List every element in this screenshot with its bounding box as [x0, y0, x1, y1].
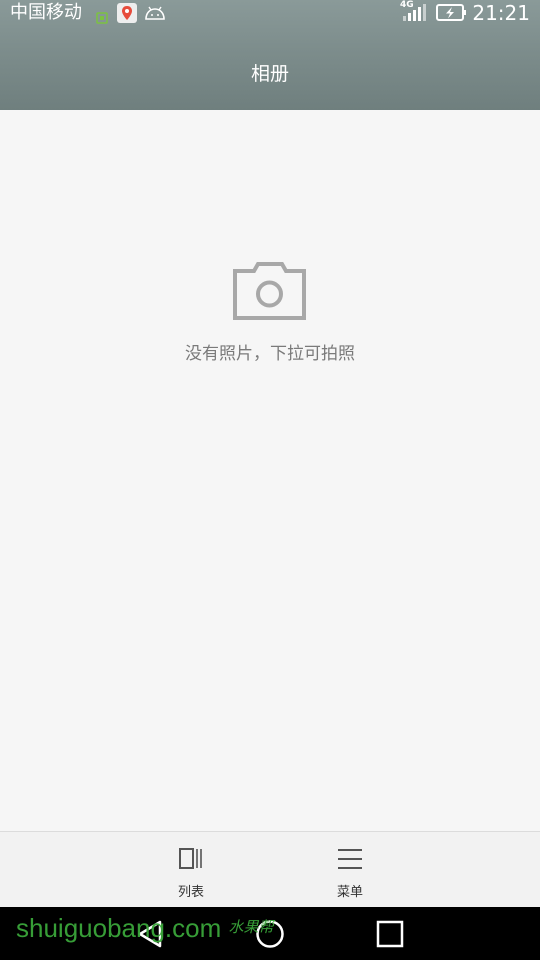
screen: 中国移动 4G 21:21 相册 没有照片，下拉可拍照 列表 菜单 shuigu…	[0, 0, 540, 960]
menu-button[interactable]: 菜单	[300, 832, 400, 908]
empty-message: 没有照片，下拉可拍照	[185, 344, 355, 364]
battery-charging-icon	[436, 3, 468, 27]
recents-icon[interactable]	[374, 918, 406, 950]
clock: 21:21	[472, 1, 530, 25]
carrier-name: 中国移动	[10, 2, 82, 23]
page-title: 相册	[250, 63, 289, 85]
list-view-label: 列表	[177, 885, 204, 900]
android-icon	[144, 5, 166, 25]
sim-icon	[96, 9, 108, 28]
watermark-text: shuiguobang.com	[16, 913, 222, 943]
menu-icon	[338, 849, 362, 869]
bottom-toolbar: 列表 菜单	[0, 831, 540, 908]
header: 中国移动 4G 21:21 相册	[0, 0, 540, 110]
camera-icon	[233, 262, 306, 320]
status-bar: 中国移动 4G 21:21	[0, 0, 540, 26]
menu-label: 菜单	[336, 885, 363, 900]
list-view-button[interactable]: 列表	[141, 832, 241, 908]
signal-icon	[400, 4, 428, 26]
watermark: shuiguobang.com 水果帮	[16, 913, 274, 943]
list-view-icon	[179, 848, 202, 869]
map-pin-icon	[116, 2, 138, 28]
watermark-chinese: 水果帮	[228, 919, 274, 936]
navigation-bar: shuiguobang.com 水果帮	[0, 907, 540, 960]
empty-state: 没有照片，下拉可拍照	[0, 262, 540, 366]
